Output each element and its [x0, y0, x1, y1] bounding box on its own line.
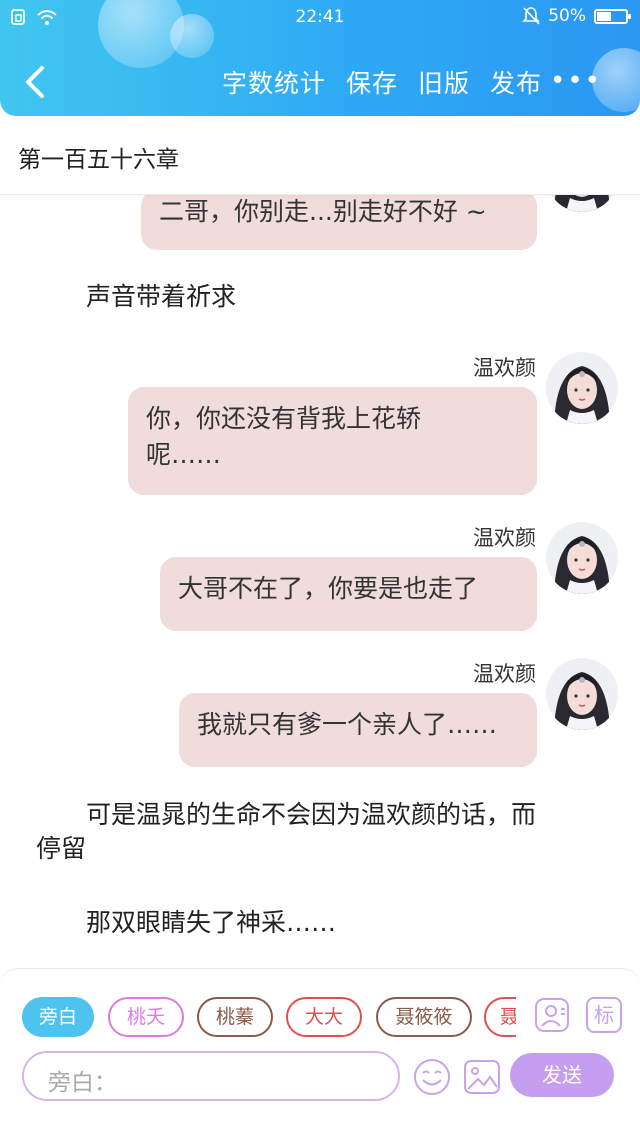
input-placeholder: 旁白：	[48, 1070, 117, 1096]
top-app-bar: 22:41 50% 字数统计 保存 旧版 发布 •••	[0, 0, 640, 116]
battery-fill	[597, 11, 611, 21]
character-portrait-icon	[546, 194, 618, 212]
avatar[interactable]	[546, 352, 618, 424]
message-input[interactable]: 旁白：	[22, 1051, 400, 1101]
role-chip-narrator[interactable]: 旁白	[22, 997, 94, 1037]
chat-content: 二哥，你别走...别走好不好 ~ 声音带着祈求 温欢颜 你，你还没有背我上花轿 …	[0, 194, 640, 968]
role-chip-dada[interactable]: 大大	[286, 997, 362, 1037]
message-bubble[interactable]: 我就只有爹一个亲人了……	[179, 693, 537, 767]
message-text: 我就只有爹一个亲人了……	[197, 710, 498, 739]
message-bubble[interactable]: 二哥，你别走...别走好不好 ~	[141, 194, 537, 250]
person-card-icon[interactable]	[534, 997, 570, 1033]
status-right: 50%	[522, 6, 631, 26]
speaker-name: 温欢颜	[473, 662, 536, 686]
chapter-title-bar[interactable]: 第一百五十六章	[0, 116, 640, 195]
narration-line: 可是温晁的生命不会因为温欢颜的话，而	[86, 800, 537, 829]
avatar[interactable]	[546, 522, 618, 594]
save-button[interactable]: 保存	[346, 64, 398, 100]
narration-text[interactable]: 那双眼睛失了神采……	[86, 906, 336, 940]
role-chip-taoyao[interactable]: 桃夭	[108, 997, 184, 1037]
message-text: 大哥不在了，你要是也走了	[178, 574, 479, 603]
role-chip-nie-xiaoxiao[interactable]: 聂筱筱	[376, 997, 472, 1037]
message-text-line: 你，你还没有背我上花轿	[146, 404, 422, 433]
role-chip-nie[interactable]: 聂	[484, 997, 516, 1037]
battery-percent: 50%	[548, 6, 586, 26]
message-text: 二哥，你别走...别走好不好 ~	[159, 197, 487, 226]
narration-text[interactable]: 可是温晁的生命不会因为温欢颜的话，而 停留	[36, 798, 606, 866]
tag-button[interactable]: 标	[586, 997, 622, 1033]
avatar[interactable]	[546, 194, 618, 212]
chapter-title: 第一百五十六章	[18, 147, 179, 173]
old-version-button[interactable]: 旧版	[418, 64, 470, 100]
back-arrow-icon[interactable]	[18, 62, 54, 102]
narration-line: 停留	[36, 834, 87, 863]
character-portrait-icon	[546, 658, 618, 730]
publish-button[interactable]: 发布	[490, 64, 542, 100]
message-bubble[interactable]: 大哥不在了，你要是也走了	[160, 557, 537, 631]
speaker-name: 温欢颜	[473, 356, 536, 380]
status-bar: 22:41 50%	[0, 0, 640, 34]
narration-text[interactable]: 声音带着祈求	[86, 280, 236, 314]
avatar[interactable]	[546, 658, 618, 730]
emoji-icon[interactable]	[412, 1057, 452, 1097]
more-menu-button[interactable]: •••	[550, 66, 602, 96]
message-text-line: 呢……	[146, 440, 222, 469]
character-portrait-icon	[546, 522, 618, 594]
compose-panel: 旁白 桃夭 桃蓁 大大 聂筱筱 聂 标 旁白： 发送	[0, 968, 640, 1139]
send-button[interactable]: 发送	[510, 1053, 614, 1097]
battery-icon	[594, 8, 631, 24]
role-selector: 旁白 桃夭 桃蓁 大大 聂筱筱 聂	[22, 997, 516, 1039]
role-chip-taozhen[interactable]: 桃蓁	[197, 997, 273, 1037]
character-portrait-icon	[546, 352, 618, 424]
message-bubble[interactable]: 你，你还没有背我上花轿 呢……	[128, 387, 537, 495]
speaker-name: 温欢颜	[473, 526, 536, 550]
image-icon[interactable]	[462, 1057, 502, 1097]
mute-bell-icon	[522, 7, 541, 25]
header-actions: 字数统计 保存 旧版 发布	[222, 64, 542, 100]
word-count-button[interactable]: 字数统计	[222, 64, 326, 100]
